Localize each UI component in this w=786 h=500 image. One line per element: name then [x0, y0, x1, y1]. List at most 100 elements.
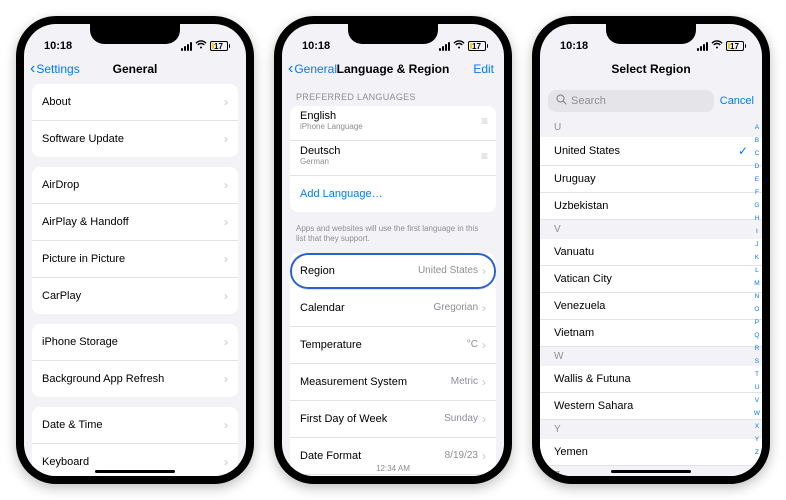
- section-header-u: U: [540, 118, 762, 137]
- row-label: AirDrop: [42, 179, 220, 191]
- region-yemen[interactable]: Yemen: [540, 439, 762, 466]
- cancel-button[interactable]: Cancel: [720, 95, 754, 107]
- index-e[interactable]: E: [754, 176, 760, 183]
- battery-icon: 17: [468, 41, 488, 51]
- row-value: 8/19/23: [445, 450, 478, 461]
- index-x[interactable]: X: [754, 423, 760, 430]
- index-y[interactable]: Y: [754, 436, 760, 443]
- row-picture-in-picture[interactable]: Picture in Picture›: [32, 241, 238, 278]
- index-n[interactable]: N: [754, 293, 760, 300]
- index-s[interactable]: S: [754, 358, 760, 365]
- index-c[interactable]: C: [754, 150, 760, 157]
- row-value: °C: [467, 339, 478, 350]
- index-f[interactable]: F: [754, 189, 760, 196]
- index-a[interactable]: A: [754, 124, 760, 131]
- status-right: 17: [697, 40, 746, 52]
- index-z[interactable]: Z: [754, 449, 760, 456]
- region-wallis-futuna[interactable]: Wallis & Futuna: [540, 366, 762, 393]
- back-button[interactable]: ‹ Settings: [30, 61, 80, 77]
- region-label: Wallis & Futuna: [554, 373, 631, 385]
- region-list[interactable]: U United States ✓ UruguayUzbekistan V Vanuatu…: [540, 118, 762, 476]
- status-time: 10:18: [44, 40, 72, 52]
- reorder-icon[interactable]: ≡: [481, 114, 486, 128]
- phone-language-region: 10:18 17 ‹ General Language & Region Edi…: [274, 16, 512, 484]
- index-w[interactable]: W: [754, 410, 760, 417]
- home-indicator[interactable]: [95, 470, 175, 473]
- index-m[interactable]: M: [754, 280, 760, 287]
- section-header-preferred-languages: Preferred Languages: [282, 84, 504, 106]
- row-iphone-storage[interactable]: iPhone Storage›: [32, 324, 238, 361]
- region-venezuela[interactable]: Venezuela: [540, 293, 762, 320]
- index-v[interactable]: V: [754, 397, 760, 404]
- back-label: General: [294, 62, 337, 76]
- row-label: Picture in Picture: [42, 253, 220, 265]
- row-label: AirPlay & Handoff: [42, 216, 220, 228]
- signal-icon: [181, 42, 192, 51]
- phone-general: 10:18 17 ‹ Settings General About›Softwa…: [16, 16, 254, 484]
- row-measurement-system[interactable]: Measurement SystemMetric›: [290, 364, 496, 401]
- signal-icon: [697, 42, 708, 51]
- row-lang-english[interactable]: EnglishiPhone Language≡: [290, 106, 496, 141]
- row-label: Keyboard: [42, 456, 220, 468]
- content-language-region[interactable]: Preferred Languages EnglishiPhone Langua…: [282, 84, 504, 476]
- chevron-right-icon: ›: [482, 412, 486, 426]
- edit-button[interactable]: Edit: [473, 62, 494, 76]
- row-label: Add Language…: [300, 188, 486, 200]
- add-language-button[interactable]: Add Language…: [290, 176, 496, 212]
- row-temperature[interactable]: Temperature°C›: [290, 327, 496, 364]
- home-indicator[interactable]: [611, 470, 691, 473]
- region-vanuatu[interactable]: Vanuatu: [540, 239, 762, 266]
- row-software-update[interactable]: Software Update›: [32, 121, 238, 157]
- page-title: Select Region: [611, 62, 690, 76]
- row-calendar[interactable]: CalendarGregorian›: [290, 290, 496, 327]
- index-l[interactable]: L: [754, 267, 760, 274]
- index-j[interactable]: J: [754, 241, 760, 248]
- row-region[interactable]: RegionUnited States›: [290, 253, 496, 290]
- index-o[interactable]: O: [754, 306, 760, 313]
- index-h[interactable]: H: [754, 215, 760, 222]
- index-t[interactable]: T: [754, 371, 760, 378]
- search-input[interactable]: Search: [548, 90, 714, 112]
- row-background-app-refresh[interactable]: Background App Refresh›: [32, 361, 238, 397]
- back-button[interactable]: ‹ General: [288, 61, 337, 77]
- screen: 10:18 17 ‹ General Language & Region Edi…: [282, 24, 504, 476]
- index-k[interactable]: K: [754, 254, 760, 261]
- region-united-states[interactable]: United States ✓: [540, 137, 762, 166]
- nav-bar: ‹ Settings General: [24, 54, 246, 84]
- region-uruguay[interactable]: Uruguay: [540, 166, 762, 193]
- content-general[interactable]: About›Software Update›AirDrop›AirPlay & …: [24, 84, 246, 476]
- row-airdrop[interactable]: AirDrop›: [32, 167, 238, 204]
- chevron-right-icon: ›: [224, 418, 228, 432]
- region-uzbekistan[interactable]: Uzbekistan: [540, 193, 762, 220]
- row-label: Region: [300, 265, 418, 277]
- chevron-right-icon: ›: [482, 264, 486, 278]
- reorder-icon[interactable]: ≡: [481, 149, 486, 163]
- back-label: Settings: [36, 62, 79, 76]
- row-about[interactable]: About›: [32, 84, 238, 121]
- row-airplay-handoff[interactable]: AirPlay & Handoff›: [32, 204, 238, 241]
- row-first-day-of-week[interactable]: First Day of WeekSunday›: [290, 401, 496, 438]
- row-date-time[interactable]: Date & Time ›: [32, 407, 238, 444]
- index-u[interactable]: U: [754, 384, 760, 391]
- row-number-format[interactable]: Number Format1,234,567.89›: [290, 475, 496, 476]
- index-b[interactable]: B: [754, 137, 760, 144]
- index-q[interactable]: Q: [754, 332, 760, 339]
- row-value: Metric: [451, 376, 478, 387]
- chevron-right-icon: ›: [224, 289, 228, 303]
- group-region-settings: RegionUnited States›CalendarGregorian›Te…: [290, 253, 496, 476]
- region-western-sahara[interactable]: Western Sahara: [540, 393, 762, 420]
- nav-bar: ‹ General Language & Region Edit: [282, 54, 504, 84]
- row-lang-deutsch[interactable]: DeutschGerman≡: [290, 141, 496, 176]
- alphabet-index[interactable]: ABCDEFGHIJKLMNOPQRSTUVWXYZ: [754, 124, 760, 456]
- row-carplay[interactable]: CarPlay›: [32, 278, 238, 314]
- region-vatican-city[interactable]: Vatican City: [540, 266, 762, 293]
- check-icon: ✓: [738, 144, 748, 158]
- index-g[interactable]: G: [754, 202, 760, 209]
- index-d[interactable]: D: [754, 163, 760, 170]
- index-i[interactable]: I: [754, 228, 760, 235]
- index-r[interactable]: R: [754, 345, 760, 352]
- index-p[interactable]: P: [754, 319, 760, 326]
- region-vietnam[interactable]: Vietnam: [540, 320, 762, 347]
- region-label: United States: [554, 145, 620, 157]
- row-label: Date & Time: [42, 419, 220, 431]
